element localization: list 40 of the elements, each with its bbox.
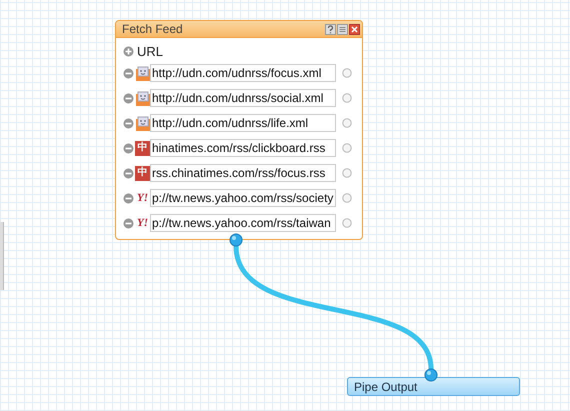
remove-icon[interactable] <box>123 68 134 78</box>
face-icon <box>135 90 150 106</box>
face-icon <box>135 116 150 130</box>
output-terminal-icon[interactable] <box>342 68 352 78</box>
pipe-output-module[interactable]: Pipe Output <box>347 377 520 396</box>
output-terminal-icon[interactable] <box>342 143 352 153</box>
logo-icon: Y! <box>135 216 150 230</box>
help-icon[interactable] <box>325 24 336 34</box>
module-title: Fetch Feed <box>122 22 183 36</box>
url-label: URL <box>137 44 164 58</box>
output-terminal-icon[interactable] <box>229 233 243 247</box>
input-terminal-icon[interactable] <box>424 368 438 382</box>
module-titlebar[interactable]: Fetch Feed <box>116 21 362 38</box>
add-icon[interactable] <box>123 46 134 56</box>
url-input[interactable]: http://udn.com/udnrss/social.xml <box>150 89 336 107</box>
remove-icon[interactable] <box>123 192 134 204</box>
url-input[interactable]: hinatimes.com/rss/clickboard.rss <box>150 139 336 157</box>
logo-icon: 中 <box>135 140 150 156</box>
output-terminal-icon[interactable] <box>342 218 352 228</box>
side-panel-edge <box>0 222 4 290</box>
url-input[interactable]: p://tw.news.yahoo.com/rss/society <box>150 189 336 207</box>
close-icon[interactable] <box>349 24 360 34</box>
module-title: Pipe Output <box>354 380 418 394</box>
fetch-feed-module[interactable] <box>115 20 363 240</box>
remove-icon[interactable] <box>123 142 134 154</box>
remove-icon[interactable] <box>123 92 134 104</box>
output-terminal-icon[interactable] <box>342 168 352 178</box>
url-input[interactable]: rss.chinatimes.com/rss/focus.rss <box>150 164 336 182</box>
remove-icon[interactable] <box>123 118 134 128</box>
url-input[interactable]: http://udn.com/udnrss/focus.xml <box>150 64 336 82</box>
remove-icon[interactable] <box>123 218 134 228</box>
output-terminal-icon[interactable] <box>342 118 352 128</box>
url-input[interactable]: p://tw.news.yahoo.com/rss/taiwan <box>150 214 336 232</box>
output-terminal-icon[interactable] <box>342 193 352 203</box>
logo-icon: 中 <box>135 166 150 180</box>
output-terminal-icon[interactable] <box>342 93 352 103</box>
face-icon <box>135 66 150 80</box>
url-input[interactable]: http://udn.com/udnrss/life.xml <box>150 114 336 132</box>
logo-icon: Y! <box>135 190 150 206</box>
remove-icon[interactable] <box>123 168 134 178</box>
